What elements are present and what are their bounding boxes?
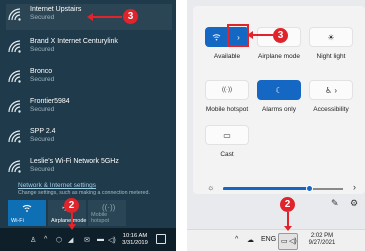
night-light-tile[interactable]: ☀ bbox=[309, 27, 353, 47]
annotation-arrowhead bbox=[284, 226, 292, 231]
network-ssid: Brand X Internet Centurylink bbox=[30, 38, 118, 45]
network-item[interactable]: Frontier5984 Secured bbox=[6, 96, 172, 122]
slider-thumb[interactable] bbox=[305, 185, 313, 192]
taskbar-date: 9/27/2021 bbox=[308, 240, 336, 246]
network-status: Secured bbox=[30, 136, 55, 143]
network-ssid: Frontier5984 bbox=[30, 98, 70, 105]
taskbar-date: 3/31/2019 bbox=[122, 240, 148, 246]
chevron-up-icon[interactable]: ^ bbox=[44, 236, 47, 243]
accessibility-label: Accessibility bbox=[313, 106, 349, 113]
win11-taskbar: ^ ☁ ENG ▭ ◁) 2:02 PM 9/27/2021 bbox=[187, 229, 365, 251]
wifi-signal-icon bbox=[8, 8, 21, 21]
display-icon[interactable]: ▬ bbox=[97, 236, 104, 243]
wifi-quick-action-label: Wi-Fi bbox=[11, 218, 24, 224]
hotspot-label-line2: hotspot bbox=[91, 218, 110, 224]
annotation-arrowhead bbox=[247, 31, 253, 39]
annotation-highlight-box bbox=[227, 24, 249, 47]
network-item[interactable]: SPP 2.4 Secured bbox=[6, 126, 172, 152]
network-item[interactable]: Bronco Secured bbox=[6, 66, 172, 92]
network-settings-link[interactable]: Network & Internet settings bbox=[18, 182, 96, 189]
wifi-tile-label: Available bbox=[213, 53, 241, 60]
taskbar-clock[interactable]: 2:02 PM 9/27/2021 bbox=[307, 233, 337, 247]
alarms-only-label: Alarms only bbox=[262, 106, 296, 113]
brightness-icon: ☼ bbox=[207, 183, 215, 192]
win11-quick-settings: › Available ✈ Airplane mode ☀ Night ligh… bbox=[187, 0, 365, 251]
taskbar-time: 10:16 AM bbox=[122, 233, 148, 239]
annotation-badge-3: 3 bbox=[273, 28, 288, 43]
annotation-arrow-line bbox=[251, 34, 273, 36]
network-item[interactable]: Brand X Internet Centurylink Secured bbox=[6, 36, 172, 62]
mobile-hotspot-tile[interactable]: ((·)) bbox=[205, 80, 249, 100]
wifi-quick-action[interactable]: Wi-Fi bbox=[8, 200, 46, 226]
network-status: Secured bbox=[30, 76, 55, 83]
volume-icon[interactable]: ◁) bbox=[108, 236, 116, 244]
slider-fill bbox=[223, 187, 310, 190]
wifi-toggle[interactable] bbox=[205, 27, 227, 47]
network-tray-icon: ▭ bbox=[281, 238, 288, 245]
taskbar-time: 2:02 PM bbox=[310, 233, 334, 239]
network-ssid: SPP 2.4 bbox=[30, 128, 56, 135]
wifi-signal-icon bbox=[8, 100, 21, 113]
mobile-hotspot-quick-action[interactable]: ((·)) Mobile hotspot bbox=[88, 200, 126, 226]
cloud-icon[interactable]: ☁ bbox=[247, 236, 254, 244]
network-ssid: Internet Upstairs bbox=[30, 6, 82, 13]
mail-icon[interactable]: ✉ bbox=[84, 236, 90, 244]
volume-icon: ◁) bbox=[289, 238, 297, 245]
gear-icon[interactable]: ⚙ bbox=[350, 198, 358, 209]
night-light-icon: ☀ bbox=[327, 32, 335, 42]
cast-tile[interactable]: ▭ bbox=[205, 125, 249, 145]
network-settings-description: Change settings, such as making a connec… bbox=[18, 190, 150, 196]
alarms-only-tile[interactable]: ☾ bbox=[257, 80, 301, 100]
airplane-mode-label: Airplane mode bbox=[258, 53, 300, 60]
wifi-signal-icon bbox=[8, 160, 21, 173]
night-light-label: Night light bbox=[316, 53, 346, 60]
win10-taskbar: ♙ ^ ⬡ ◢ ✉ ▬ ◁) 10:16 AM 3/31/2019 bbox=[0, 228, 176, 251]
edit-icon[interactable]: ✎ bbox=[331, 198, 339, 209]
moon-icon: ☾ bbox=[275, 85, 283, 95]
user-icon[interactable]: ♙ bbox=[30, 236, 36, 244]
quick-settings-footer: ✎ ⚙ bbox=[187, 194, 365, 216]
network-status: Secured bbox=[30, 166, 55, 173]
wifi-signal-icon bbox=[8, 40, 21, 53]
wifi-signal-icon bbox=[8, 130, 21, 143]
cast-icon: ▭ bbox=[223, 130, 231, 140]
hotspot-icon: ((·)) bbox=[222, 87, 232, 93]
wifi-icon bbox=[22, 205, 32, 212]
win10-network-flyout: Internet Upstairs Secured Brand X Intern… bbox=[0, 0, 176, 251]
accessibility-tile[interactable]: ♿ › bbox=[309, 80, 353, 100]
network-status: Secured bbox=[30, 14, 55, 21]
cast-label: Cast bbox=[220, 151, 234, 158]
annotation-arrow-line bbox=[92, 16, 122, 18]
network-status: Secured bbox=[30, 46, 55, 53]
network-ssid: Bronco bbox=[30, 68, 53, 75]
language-indicator[interactable]: ENG bbox=[261, 236, 276, 243]
chevron-up-icon[interactable]: ^ bbox=[235, 236, 238, 243]
accessibility-icon: ♿ › bbox=[324, 85, 338, 95]
annotation-arrowhead bbox=[87, 13, 93, 21]
chevron-right-icon[interactable]: › bbox=[353, 182, 356, 192]
network-item[interactable]: Leslie's Wi-Fi Network 5GHz Secured bbox=[6, 156, 172, 182]
network-status: Secured bbox=[30, 106, 55, 113]
taskbar-clock[interactable]: 10:16 AM 3/31/2019 bbox=[120, 233, 150, 247]
network-ssid: Leslie's Wi-Fi Network 5GHz bbox=[30, 158, 119, 165]
action-center-icon[interactable] bbox=[156, 234, 166, 244]
network-tray-icon[interactable]: ◢ bbox=[68, 236, 73, 244]
annotation-badge-2: 2 bbox=[280, 197, 295, 212]
annotation-arrowhead bbox=[68, 224, 76, 230]
app-tray-icon[interactable]: ⬡ bbox=[56, 236, 62, 244]
network-volume-tray[interactable]: ▭ ◁) bbox=[278, 233, 298, 250]
annotation-badge-2: 2 bbox=[64, 198, 79, 213]
annotation-badge-3: 3 bbox=[123, 9, 138, 24]
wifi-signal-icon bbox=[8, 70, 21, 83]
mobile-hotspot-label: Mobile hotspot bbox=[205, 106, 249, 113]
wifi-icon bbox=[205, 27, 227, 47]
